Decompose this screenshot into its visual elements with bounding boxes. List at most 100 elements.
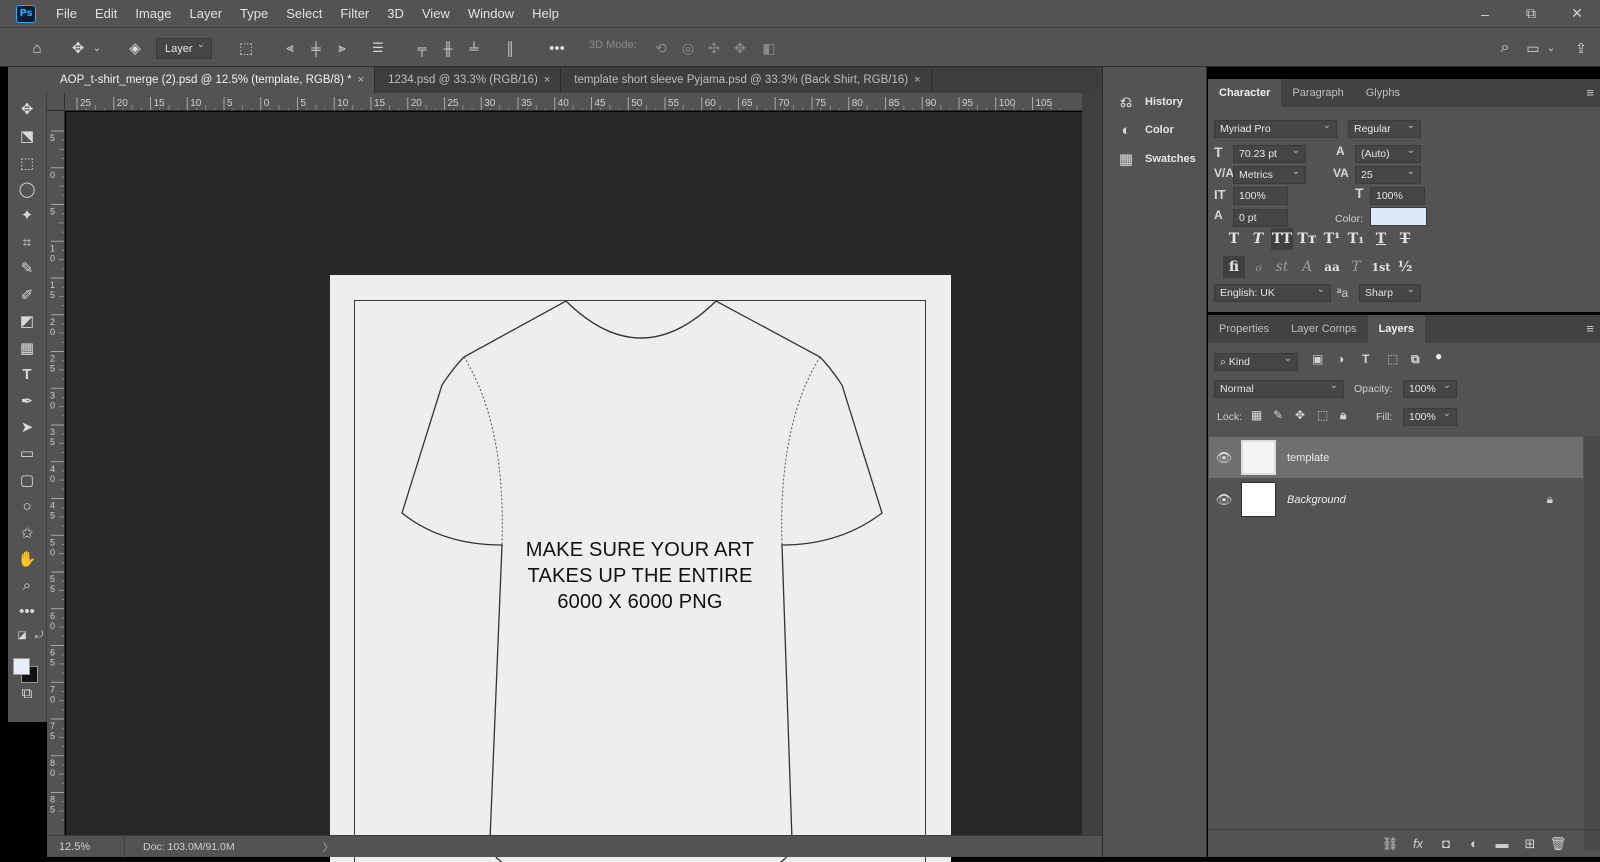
- tab-close-icon[interactable]: ×: [358, 74, 364, 86]
- horizontal-ruler[interactable]: 25 20 15 10 5 0 5 10 15 20 25 30 35 40 45 50 55 60 65 70 75 8…: [47, 93, 1082, 111]
- crop-tool-icon[interactable]: ⌗: [16, 231, 38, 253]
- eyedropper-tool-icon[interactable]: ✎: [16, 257, 38, 279]
- 3d-roll-icon[interactable]: ◎: [678, 37, 698, 59]
- tab-paragraph[interactable]: Paragraph: [1281, 79, 1354, 107]
- eraser-tool-icon[interactable]: ◩: [16, 310, 38, 332]
- search-icon[interactable]: ⌕: [1494, 37, 1516, 59]
- superscript-button[interactable]: T¹: [1321, 228, 1343, 250]
- blend-mode-dropdown[interactable]: Normal: [1214, 380, 1344, 398]
- 3d-pan-icon[interactable]: ✣: [704, 37, 724, 59]
- fill-field[interactable]: 100%: [1403, 408, 1457, 426]
- delete-layer-icon[interactable]: 🗑︎: [1544, 836, 1572, 852]
- foreground-color-swatch[interactable]: [13, 658, 30, 675]
- hand-tool-icon[interactable]: ✋: [16, 548, 38, 570]
- close-button[interactable]: ✕: [1554, 0, 1600, 27]
- text-color-swatch[interactable]: [1370, 207, 1427, 226]
- tab-close-icon[interactable]: ×: [544, 74, 550, 86]
- auto-select-target-dropdown[interactable]: Layer: [156, 38, 212, 59]
- lock-position-icon[interactable]: ✥: [1295, 408, 1305, 422]
- vertical-ruler[interactable]: 50510152025303540455055606570758085: [47, 93, 65, 835]
- distribute-icon[interactable]: ☰: [368, 37, 388, 59]
- subscript-button[interactable]: T₁: [1345, 228, 1367, 250]
- layer-filter-kind-dropdown[interactable]: ⌕ Kind: [1214, 353, 1298, 371]
- align-top-icon[interactable]: ╤: [412, 37, 432, 59]
- faux-bold-button[interactable]: T: [1223, 228, 1245, 250]
- swatches-panel-button[interactable]: ▦ Swatches: [1115, 147, 1196, 171]
- menu-window[interactable]: Window: [460, 0, 524, 27]
- layer-row-template[interactable]: 👁︎ template: [1209, 437, 1583, 478]
- ellipse-tool-icon[interactable]: ○: [16, 495, 38, 517]
- custom-shape-tool-icon[interactable]: ✩: [16, 522, 38, 544]
- menu-filter[interactable]: Filter: [332, 0, 379, 27]
- screen-mode-icon[interactable]: ⧉: [16, 682, 38, 704]
- layers-scrollbar[interactable]: [1584, 436, 1600, 850]
- visibility-eye-icon[interactable]: 👁︎: [1209, 450, 1239, 466]
- tab-character[interactable]: Character: [1208, 79, 1282, 107]
- move-tool-icon[interactable]: ✥: [16, 98, 38, 120]
- titling-alternates-button[interactable]: T: [1345, 256, 1367, 278]
- menu-select[interactable]: Select: [278, 0, 332, 27]
- adjustment-layer-icon[interactable]: ◐: [1460, 836, 1488, 851]
- underline-button[interactable]: T: [1370, 228, 1392, 250]
- align-left-icon[interactable]: ⫷: [280, 37, 300, 59]
- stylistic-alternates-button[interactable]: aa: [1321, 256, 1343, 278]
- 3d-orbit-icon[interactable]: ⟲: [651, 37, 671, 59]
- align-center-icon[interactable]: ╪: [306, 37, 326, 59]
- magic-wand-tool-icon[interactable]: ✦: [16, 204, 38, 226]
- panel-menu-icon[interactable]: ≡: [1586, 321, 1594, 336]
- faux-italic-button[interactable]: T: [1247, 228, 1269, 250]
- canvas-area[interactable]: MAKE SURE YOUR ART TAKES UP THE ENTIRE 6…: [66, 112, 1082, 862]
- layer-style-fx-icon[interactable]: fx: [1404, 836, 1432, 851]
- layer-row-background[interactable]: 👁︎ Background 🔒︎: [1209, 479, 1583, 520]
- add-mask-icon[interactable]: ◘: [1432, 836, 1460, 851]
- all-caps-button[interactable]: TT: [1271, 228, 1293, 250]
- tab-layer-comps[interactable]: Layer Comps: [1280, 315, 1367, 343]
- horizontal-scale-field[interactable]: 100%: [1370, 187, 1425, 205]
- language-dropdown[interactable]: English: UK: [1214, 284, 1331, 302]
- menu-view[interactable]: View: [414, 0, 460, 27]
- canvas-vertical-scrollbar[interactable]: [1082, 93, 1102, 835]
- rectangle-tool-icon[interactable]: ▭: [16, 442, 38, 464]
- contextual-alternates-button[interactable]: st: [1271, 256, 1293, 278]
- leading-field[interactable]: (Auto): [1355, 145, 1421, 163]
- zoom-level-field[interactable]: 12.5%: [47, 835, 125, 858]
- transform-controls-icon[interactable]: ⬚: [235, 37, 257, 59]
- ruler-origin[interactable]: [47, 93, 65, 111]
- tab-close-icon[interactable]: ×: [914, 74, 920, 86]
- lock-pixels-icon[interactable]: ✎: [1273, 408, 1283, 422]
- menu-help[interactable]: Help: [524, 0, 569, 27]
- 3d-slide-icon[interactable]: ✥: [730, 37, 750, 59]
- tab-layers[interactable]: Layers: [1367, 315, 1426, 343]
- filter-toggle-icon[interactable]: ●: [1435, 349, 1442, 363]
- path-selection-tool-icon[interactable]: ➤: [16, 416, 38, 438]
- menu-type[interactable]: Type: [232, 0, 278, 27]
- swash-button[interactable]: A: [1296, 256, 1318, 278]
- gradient-tool-icon[interactable]: ▦: [16, 337, 38, 359]
- new-layer-icon[interactable]: ⊞: [1516, 836, 1544, 852]
- anti-alias-dropdown[interactable]: Sharp: [1359, 284, 1421, 302]
- filter-shape-icon[interactable]: ⬚: [1387, 352, 1398, 366]
- vertical-scale-field[interactable]: 100%: [1233, 187, 1288, 205]
- move-tool-icon[interactable]: ✥: [67, 37, 89, 59]
- discretionary-ligatures-button[interactable]: ℴ: [1247, 256, 1269, 278]
- layer-name[interactable]: template: [1287, 452, 1329, 464]
- font-size-field[interactable]: 70.23 pt: [1233, 145, 1306, 163]
- more-options-icon[interactable]: •••: [546, 37, 568, 59]
- restore-button[interactable]: ⧉: [1508, 0, 1554, 27]
- new-group-icon[interactable]: ▬: [1488, 836, 1516, 851]
- filter-adjustment-icon[interactable]: ◑: [1337, 352, 1344, 366]
- tab-glyphs[interactable]: Glyphs: [1355, 79, 1411, 107]
- align-middle-icon[interactable]: ╫: [438, 37, 458, 59]
- filter-type-icon[interactable]: T: [1362, 352, 1369, 366]
- marquee-tool-icon[interactable]: ⬚: [16, 152, 38, 174]
- artboard-tool-icon[interactable]: ⬔: [16, 125, 38, 147]
- share-icon[interactable]: ⇪: [1570, 37, 1592, 59]
- document-tab-1234[interactable]: 1234.psd @ 33.3% (RGB/16) ×: [375, 67, 562, 93]
- strikethrough-button[interactable]: T: [1394, 228, 1416, 250]
- auto-select-icon[interactable]: ◈: [124, 37, 146, 59]
- menu-layer[interactable]: Layer: [182, 0, 233, 27]
- history-panel-button[interactable]: ⎌ History: [1115, 90, 1183, 114]
- menu-edit[interactable]: Edit: [87, 0, 127, 27]
- menu-file[interactable]: File: [48, 0, 87, 27]
- workspace-chevron-icon[interactable]: ⌄: [1545, 37, 1557, 59]
